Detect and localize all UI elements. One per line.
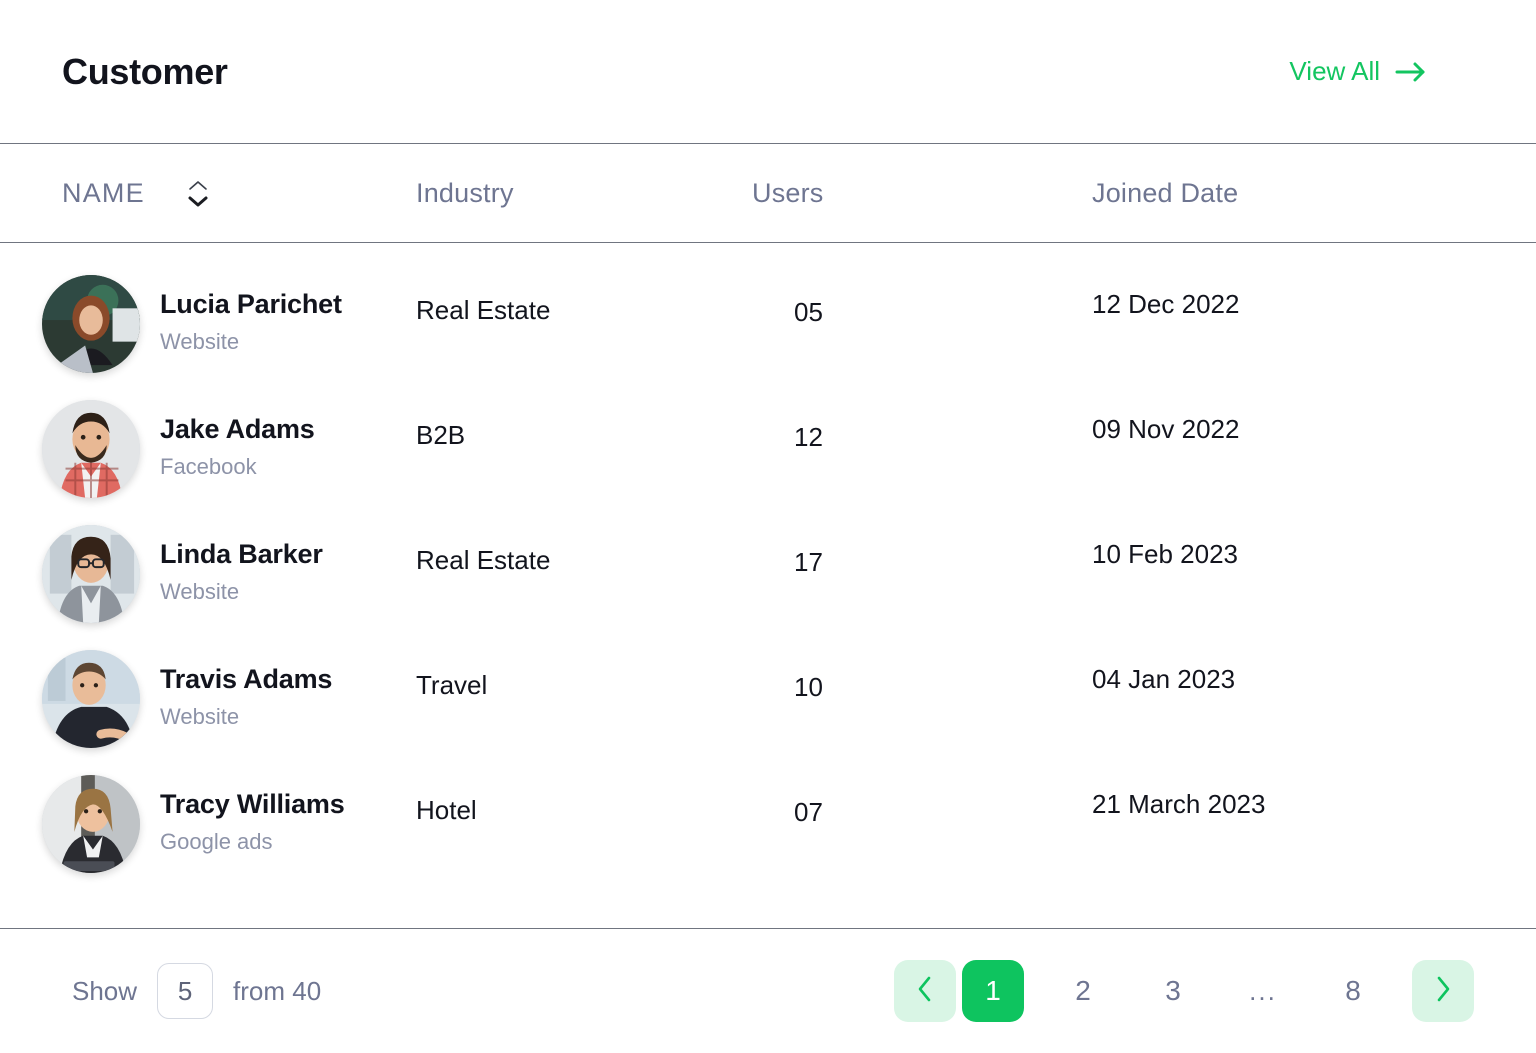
name-block: Linda Barker Website [160,525,323,605]
avatar [42,775,140,873]
name-block: Jake Adams Facebook [160,400,315,480]
column-header-joined-date[interactable]: Joined Date [1092,178,1536,209]
customer-source: Google ads [160,829,345,855]
cell-joined-date: 21 March 2023 [1092,775,1536,820]
card-header: Customer View All [0,0,1536,143]
pagination-next-button[interactable] [1412,960,1474,1022]
cell-industry: Real Estate [416,275,752,326]
cell-name: Lucia Parichet Website [0,275,416,373]
cell-industry: Hotel [416,775,752,826]
customer-source: Website [160,329,342,355]
avatar [42,525,140,623]
chevron-right-icon [1433,974,1453,1009]
column-header-name-label: NAME [62,178,145,209]
customer-name: Travis Adams [160,663,332,697]
name-block: Tracy Williams Google ads [160,775,345,855]
column-header-users-label: Users [752,178,824,208]
arrow-right-icon [1394,60,1428,84]
pagination-page-3[interactable]: 3 [1142,960,1204,1022]
name-block: Travis Adams Website [160,650,332,730]
avatar [42,650,140,748]
cell-name: Tracy Williams Google ads [0,775,416,873]
cell-users: 10 [752,650,1092,703]
customer-card: Customer View All NAME [0,0,1536,1053]
pagination-page-8[interactable]: 8 [1322,960,1384,1022]
column-header-industry-label: Industry [416,178,514,208]
card-footer: Show 5 from 40 1 2 3 ... 8 [0,928,1536,1053]
table-row[interactable]: Linda Barker Website Real Estate 17 10 F… [0,511,1536,636]
sort-chevrons-icon[interactable] [187,179,209,208]
cell-users: 05 [752,275,1092,328]
view-all-link[interactable]: View All [1289,56,1428,87]
customer-source: Facebook [160,454,315,480]
cell-name: Travis Adams Website [0,650,416,748]
cell-joined-date: 10 Feb 2023 [1092,525,1536,570]
page-title: Customer [62,51,228,93]
pagination-page-2[interactable]: 2 [1052,960,1114,1022]
column-header-users[interactable]: Users [752,178,1092,209]
show-label: Show [72,976,137,1007]
table-body: Lucia Parichet Website Real Estate 05 12… [0,243,1536,928]
pagination-prev-button[interactable] [894,960,956,1022]
customer-name: Tracy Williams [160,788,345,822]
cell-joined-date: 09 Nov 2022 [1092,400,1536,445]
customer-name: Jake Adams [160,413,315,447]
cell-joined-date: 04 Jan 2023 [1092,650,1536,695]
from-total-label: from 40 [233,976,321,1007]
cell-users: 07 [752,775,1092,828]
rows-per-page-group: Show 5 from 40 [72,963,321,1019]
column-header-name[interactable]: NAME [0,178,416,209]
table-row[interactable]: Jake Adams Facebook B2B 12 09 Nov 2022 [0,386,1536,511]
cell-name: Linda Barker Website [0,525,416,623]
pagination-page-1[interactable]: 1 [962,960,1024,1022]
avatar [42,275,140,373]
cell-industry: B2B [416,400,752,451]
column-header-industry[interactable]: Industry [416,178,752,209]
pagination: 1 2 3 ... 8 [894,960,1474,1022]
table-header-row: NAME Industry Users Joined Date [0,143,1536,243]
cell-users: 17 [752,525,1092,578]
cell-industry: Travel [416,650,752,701]
rows-per-page-input[interactable]: 5 [157,963,213,1019]
cell-joined-date: 12 Dec 2022 [1092,275,1536,320]
column-header-joined-date-label: Joined Date [1092,178,1238,208]
avatar [42,400,140,498]
name-block: Lucia Parichet Website [160,275,342,355]
view-all-label: View All [1289,56,1380,87]
pagination-ellipsis: ... [1232,960,1294,1022]
customer-source: Website [160,704,332,730]
table-row[interactable]: Travis Adams Website Travel 10 04 Jan 20… [0,636,1536,761]
table-row[interactable]: Lucia Parichet Website Real Estate 05 12… [0,261,1536,386]
customer-name: Lucia Parichet [160,288,342,322]
cell-users: 12 [752,400,1092,453]
customer-source: Website [160,579,323,605]
cell-name: Jake Adams Facebook [0,400,416,498]
cell-industry: Real Estate [416,525,752,576]
table-row[interactable]: Tracy Williams Google ads Hotel 07 21 Ma… [0,761,1536,886]
chevron-left-icon [915,974,935,1009]
customer-name: Linda Barker [160,538,323,572]
